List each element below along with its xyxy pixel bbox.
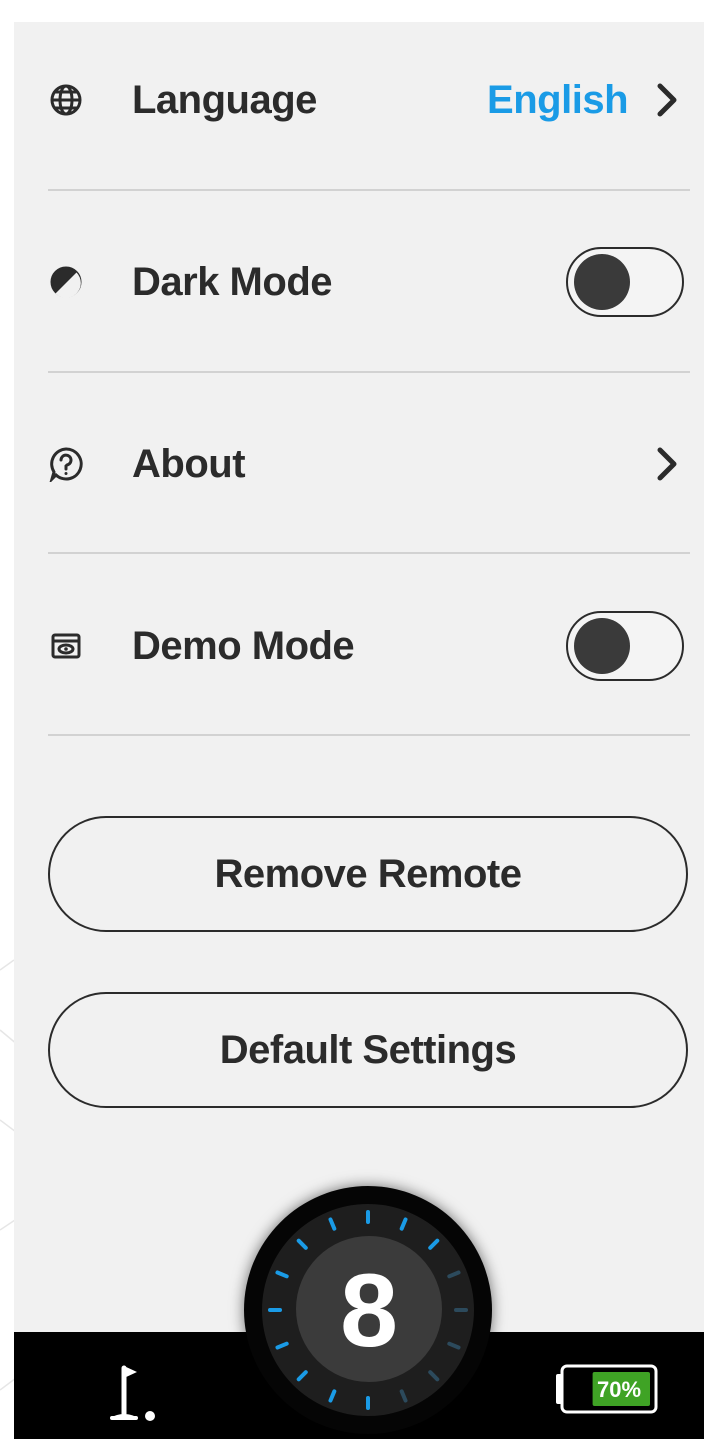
dial-tick xyxy=(275,1270,289,1279)
battery-indicator: 70% xyxy=(556,1364,658,1414)
dial-tick xyxy=(328,1389,337,1403)
dial-tick xyxy=(447,1270,461,1279)
demo-mode-toggle[interactable] xyxy=(566,611,684,681)
divider xyxy=(48,734,690,736)
battery-percent: 70% xyxy=(597,1377,641,1402)
dial-tick xyxy=(399,1217,408,1231)
language-label: Language xyxy=(132,77,317,122)
dial-tick xyxy=(328,1217,337,1231)
globe-icon xyxy=(48,82,84,118)
golf-flag-icon[interactable] xyxy=(104,1360,164,1426)
chevron-right-icon xyxy=(657,447,677,481)
dark-mode-label: Dark Mode xyxy=(132,259,333,304)
about-row[interactable]: About xyxy=(14,426,704,502)
language-row[interactable]: Language English xyxy=(14,62,704,138)
dial-tick xyxy=(428,1370,440,1382)
dial-tick xyxy=(275,1341,289,1350)
toggle-knob xyxy=(574,254,630,310)
question-circle-icon xyxy=(48,446,84,482)
toggle-knob xyxy=(574,618,630,674)
dark-mode-toggle[interactable] xyxy=(566,247,684,317)
dial-tick xyxy=(447,1341,461,1350)
dial-tick xyxy=(296,1370,308,1382)
divider xyxy=(48,371,690,373)
dark-mode-row: Dark Mode xyxy=(14,244,704,320)
chevron-right-icon xyxy=(657,83,677,117)
divider xyxy=(48,552,690,554)
dial-tick xyxy=(428,1238,440,1250)
settings-panel: Language English Dark Mode About Demo Mo… xyxy=(14,22,704,1342)
dial-center: 8 xyxy=(296,1236,442,1382)
demo-mode-label: Demo Mode xyxy=(132,623,355,668)
half-circle-icon xyxy=(48,264,84,300)
remove-remote-button[interactable]: Remove Remote xyxy=(48,816,688,932)
eye-display-icon xyxy=(48,628,84,664)
divider xyxy=(48,189,690,191)
demo-mode-row: Demo Mode xyxy=(14,608,704,684)
dial-value: 8 xyxy=(340,1253,398,1369)
about-label: About xyxy=(132,441,246,486)
language-value: English xyxy=(487,77,628,122)
default-settings-button[interactable]: Default Settings xyxy=(48,992,688,1108)
dial-tick xyxy=(296,1238,308,1250)
dial-tick xyxy=(399,1389,408,1403)
